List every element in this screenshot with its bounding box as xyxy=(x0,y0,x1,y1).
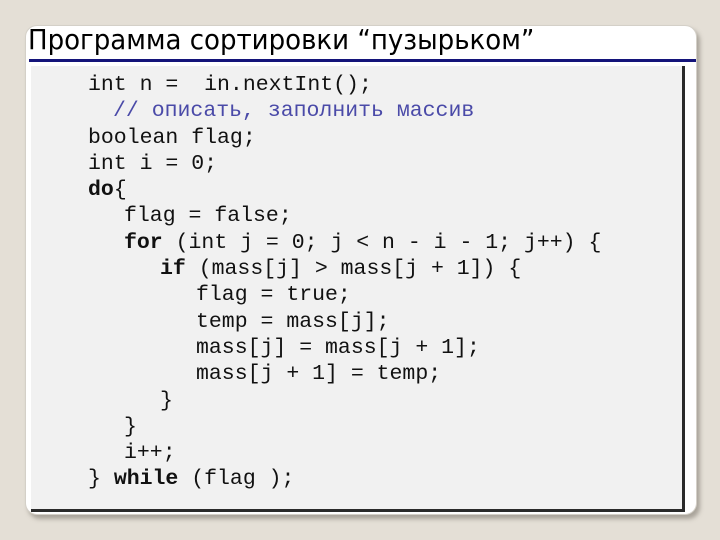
code-line: for (int j = 0; j < n - i - 1; j++) { xyxy=(31,230,601,256)
code-comment: // описать, заполнить массив xyxy=(113,99,475,124)
code-text: (int j = 0; j < n - i - 1; j++) { xyxy=(162,230,602,255)
code-line: mass[j + 1] = temp; xyxy=(31,361,601,387)
code-text: int i = 0; xyxy=(88,151,218,176)
title-underline xyxy=(29,59,696,62)
code-text: mass[j + 1] = temp; xyxy=(196,362,442,387)
code-text: } xyxy=(160,388,173,413)
code-keyword: for xyxy=(124,230,163,255)
slide: Программа сортировки “пузырьком” int n =… xyxy=(0,0,720,540)
code-line: boolean flag; xyxy=(31,125,601,151)
code-text: flag = true; xyxy=(196,283,351,308)
code-keyword: while xyxy=(113,467,179,492)
code-text: (mass[j] > mass[j + 1]) { xyxy=(185,257,522,282)
code-text: } xyxy=(124,414,137,439)
code-text: mass[j] = mass[j + 1]; xyxy=(196,335,480,360)
code-line: i++; xyxy=(31,440,601,466)
code-line: int i = 0; xyxy=(31,151,601,177)
code-text: boolean flag; xyxy=(88,125,256,150)
code-text: { xyxy=(113,178,127,203)
code-listing: int n = in.nextInt();// описать, заполни… xyxy=(31,72,601,493)
code-text: int n = in.nextInt(); xyxy=(88,73,372,97)
code-line: flag = true; xyxy=(31,282,601,308)
code-line: } xyxy=(31,388,601,414)
code-keyword: do xyxy=(88,178,114,203)
code-keyword: if xyxy=(160,257,186,282)
code-line: temp = mass[j]; xyxy=(31,309,601,335)
code-line: } xyxy=(31,414,601,440)
code-line: if (mass[j] > mass[j + 1]) { xyxy=(31,256,601,282)
code-line: int n = in.nextInt(); xyxy=(31,72,601,98)
code-text: (flag ); xyxy=(178,467,295,492)
code-line: // описать, заполнить массив xyxy=(31,98,601,124)
code-line: flag = false; xyxy=(31,203,601,229)
code-text: temp = mass[j]; xyxy=(196,309,390,334)
code-line: } while (flag ); xyxy=(31,466,601,492)
code-block: int n = in.nextInt();// описать, заполни… xyxy=(31,66,685,512)
code-text: i++; xyxy=(124,441,176,466)
slide-title: Программа сортировки “пузырьком” xyxy=(28,23,535,56)
code-line: mass[j] = mass[j + 1]; xyxy=(31,335,601,361)
code-text: } xyxy=(88,467,114,492)
code-text: flag = false; xyxy=(124,204,292,229)
code-line: do{ xyxy=(31,177,601,203)
